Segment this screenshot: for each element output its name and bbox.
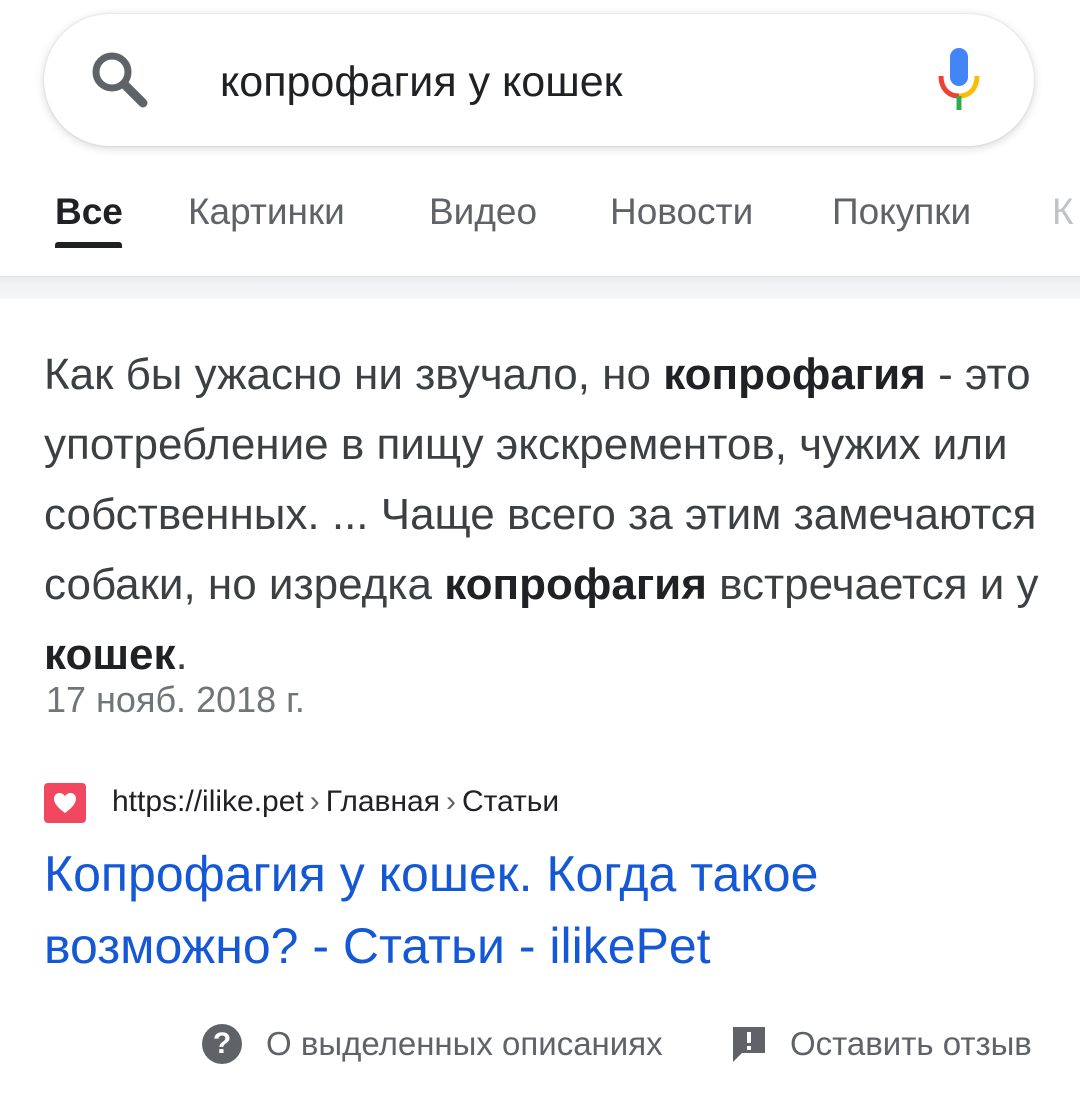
snippet-highlight: кошек [44, 630, 176, 679]
result-title-link[interactable]: Копрофагия у кошек. Когда такое возможно… [44, 838, 1044, 982]
heart-icon [54, 793, 76, 813]
snippet-highlight: копрофагия [663, 350, 926, 399]
breadcrumb-url: https://ilike.pet [112, 785, 304, 818]
feedback-link[interactable]: Оставить отзыв [730, 1020, 1032, 1068]
microphone-icon[interactable] [936, 46, 982, 112]
breadcrumb-separator: › [309, 785, 320, 818]
feedback-label: Оставить отзыв [790, 1025, 1032, 1062]
search-input[interactable]: копрофагия у кошек [220, 56, 622, 108]
tab-all[interactable]: Все [55, 190, 123, 234]
help-icon: ? [202, 1024, 242, 1064]
about-featured-snippets-label: О выделенных описаниях [266, 1025, 663, 1062]
site-favicon [44, 783, 86, 823]
snippet-segment: Как бы ужасно ни звучало, но [44, 350, 664, 399]
tab-more-partial[interactable]: К [1052, 190, 1074, 234]
tab-shopping[interactable]: Покупки [832, 190, 971, 234]
tab-news[interactable]: Новости [610, 190, 753, 234]
breadcrumb-separator: › [445, 785, 456, 818]
tabs-divider [0, 276, 1080, 299]
snippet-date: 17 нояб. 2018 г. [46, 679, 305, 720]
active-tab-indicator [55, 242, 122, 248]
search-icon[interactable] [88, 48, 150, 110]
tab-video[interactable]: Видео [429, 190, 537, 234]
breadcrumb-item-home: Главная [325, 785, 440, 818]
about-featured-snippets-link[interactable]: ? О выделенных описаниях [202, 1020, 663, 1068]
feedback-icon [733, 1027, 765, 1062]
result-breadcrumb[interactable]: https://ilike.pet › Главная › Статьи [112, 783, 559, 821]
tab-images[interactable]: Картинки [188, 190, 345, 234]
search-tabs: Все Картинки Видео Новости Покупки К [0, 180, 1080, 258]
search-results-page: копрофагия у кошек Все Картинки Видео Но… [0, 0, 1080, 1104]
breadcrumb-item-articles: Статьи [461, 785, 560, 818]
snippet-segment: . [175, 630, 188, 679]
snippet-segment: встречается и у [706, 560, 1039, 609]
snippet-highlight: копрофагия [444, 560, 707, 609]
featured-snippet-text: Как бы ужасно ни звучало, но копрофагия … [44, 340, 1044, 690]
